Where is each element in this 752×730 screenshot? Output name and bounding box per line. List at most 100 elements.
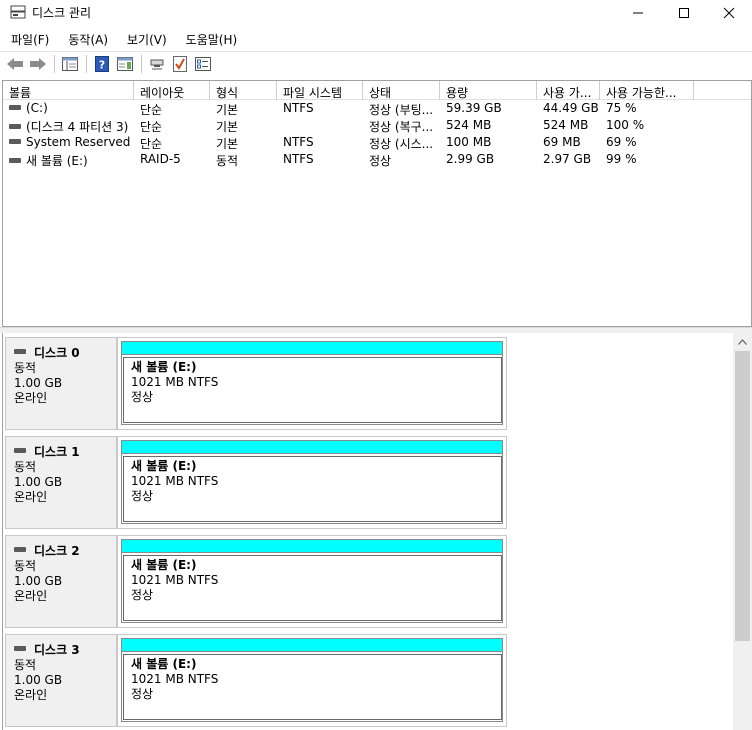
partition-area: 새 볼륨 (E:) 1021 MB NTFS 정상 xyxy=(117,436,507,529)
partition-status: 정상 xyxy=(131,489,154,503)
back-button[interactable] xyxy=(4,53,26,75)
volume-capacity: 2.99 GB xyxy=(446,152,495,166)
forward-button[interactable] xyxy=(27,53,49,75)
volume-status: 정상 xyxy=(369,154,392,168)
disk-state: 온라인 xyxy=(14,490,48,504)
volume-row[interactable]: System Reserved 단순 기본 NTFS 정상 (시스... 100… xyxy=(3,134,751,151)
disk-row: 디스크 0 동적 1.00 GB 온라인 새 볼륨 (E:) 1021 MB N… xyxy=(3,333,736,430)
disk-map: 디스크 0 동적 1.00 GB 온라인 새 볼륨 (E:) 1021 MB N… xyxy=(2,333,752,730)
settings-icon xyxy=(195,57,211,71)
volume-free-space: 2.97 GB xyxy=(543,152,592,166)
partition-area: 새 볼륨 (E:) 1021 MB NTFS 정상 xyxy=(117,634,507,727)
drive-icon xyxy=(9,105,21,110)
column-header-capacity[interactable]: 용량 xyxy=(440,81,537,100)
column-header-percent-free[interactable]: 사용 가능한... xyxy=(600,81,694,100)
drive-icon xyxy=(9,158,21,163)
partition-detail: 1021 MB NTFS xyxy=(131,474,219,488)
disk-name: 디스크 2 xyxy=(34,544,80,558)
disk-label[interactable]: 디스크 2 동적 1.00 GB 온라인 xyxy=(5,535,117,628)
disk-state: 온라인 xyxy=(14,589,48,603)
disk-kind: 동적 xyxy=(14,460,37,474)
column-header-type[interactable]: 형식 xyxy=(210,81,277,100)
help-button[interactable]: ? xyxy=(91,53,113,75)
column-header-filesystem[interactable]: 파일 시스템 xyxy=(277,81,363,100)
drive-icon xyxy=(14,547,26,552)
disk-name: 디스크 1 xyxy=(34,445,80,459)
disk-label[interactable]: 디스크 1 동적 1.00 GB 온라인 xyxy=(5,436,117,529)
volume-capacity: 524 MB xyxy=(446,118,492,132)
menu-file[interactable]: 파일(F) xyxy=(0,28,57,50)
volume-status: 정상 (시스... xyxy=(369,137,434,151)
action-pane-button[interactable] xyxy=(114,53,136,75)
window-title: 디스크 관리 xyxy=(32,6,92,20)
menu-help[interactable]: 도움말(H) xyxy=(175,28,246,50)
scroll-thumb[interactable] xyxy=(735,351,750,641)
menu-bar: 파일(F) 동작(A) 보기(V) 도움말(H) xyxy=(0,28,752,50)
volume-status: 정상 (부팅... xyxy=(369,103,434,117)
volume-name: System Reserved xyxy=(26,135,131,149)
partition-title: 새 볼륨 (E:) xyxy=(131,657,197,671)
connect-button[interactable] xyxy=(146,53,168,75)
toolbar-separator xyxy=(54,55,55,73)
partition-area: 새 볼륨 (E:) 1021 MB NTFS 정상 xyxy=(117,535,507,628)
menu-action[interactable]: 동작(A) xyxy=(57,28,116,50)
volume-status: 정상 (복구... xyxy=(369,120,434,134)
volume-percent-free: 100 % xyxy=(606,118,645,132)
volume-filesystem: NTFS xyxy=(283,135,314,149)
title-bar: 디스크 관리 xyxy=(0,0,752,25)
disk-management-app-icon xyxy=(10,5,26,19)
disk-label[interactable]: 디스크 3 동적 1.00 GB 온라인 xyxy=(5,634,117,727)
drive-icon xyxy=(14,646,26,651)
toolbar-separator xyxy=(86,55,87,73)
volume-filesystem xyxy=(277,117,363,134)
disk-label[interactable]: 디스크 0 동적 1.00 GB 온라인 xyxy=(5,337,117,430)
vertical-scrollbar[interactable] xyxy=(733,333,752,730)
partition-block[interactable]: 새 볼륨 (E:) 1021 MB NTFS 정상 xyxy=(121,355,503,425)
disk-size: 1.00 GB xyxy=(14,574,63,588)
settings-button[interactable] xyxy=(192,53,214,75)
partition-block[interactable]: 새 볼륨 (E:) 1021 MB NTFS 정상 xyxy=(121,652,503,722)
volume-name: (C:) xyxy=(26,101,48,115)
properties-icon xyxy=(62,57,78,71)
chevron-up-icon xyxy=(738,338,747,345)
maximize-button[interactable] xyxy=(661,0,707,25)
volume-capacity: 100 MB xyxy=(446,135,492,149)
drive-icon xyxy=(14,448,26,453)
disk-name: 디스크 3 xyxy=(34,643,80,657)
column-header-volume[interactable]: 볼륨 xyxy=(3,81,134,100)
minimize-button[interactable] xyxy=(615,0,661,25)
show-hide-console-button[interactable] xyxy=(59,53,81,75)
column-header-status[interactable]: 상태 xyxy=(363,81,440,100)
raid5-volume-bar xyxy=(121,539,503,553)
disk-name: 디스크 0 xyxy=(34,346,80,360)
volume-row[interactable]: (C:) 단순 기본 NTFS 정상 (부팅... 59.39 GB 44.49… xyxy=(3,100,751,117)
scroll-up-button[interactable] xyxy=(733,333,752,350)
disk-kind: 동적 xyxy=(14,559,37,573)
drive-icon xyxy=(9,124,21,129)
volume-filesystem: NTFS xyxy=(283,101,314,115)
partition-block[interactable]: 새 볼륨 (E:) 1021 MB NTFS 정상 xyxy=(121,553,503,623)
toolbar: ? xyxy=(0,51,752,76)
partition-status: 정상 xyxy=(131,390,154,404)
disk-state: 온라인 xyxy=(14,688,48,702)
volume-row[interactable]: 새 볼륨 (E:) RAID-5 동적 NTFS 정상 2.99 GB 2.97… xyxy=(3,151,751,168)
partition-block[interactable]: 새 볼륨 (E:) 1021 MB NTFS 정상 xyxy=(121,454,503,524)
volume-row[interactable]: (디스크 4 파티션 3) 단순 기본 정상 (복구... 524 MB 524… xyxy=(3,117,751,134)
column-header-layout[interactable]: 레이아웃 xyxy=(134,81,210,100)
close-button[interactable] xyxy=(706,0,752,25)
volume-list: 볼륨 레이아웃 형식 파일 시스템 상태 용량 사용 가... 사용 가능한..… xyxy=(2,80,752,327)
menu-view[interactable]: 보기(V) xyxy=(116,28,175,50)
check-icon xyxy=(173,56,187,72)
drive-icon xyxy=(14,349,26,354)
check-button[interactable] xyxy=(169,53,191,75)
partition-title: 새 볼륨 (E:) xyxy=(131,360,197,374)
raid5-volume-bar xyxy=(121,341,503,355)
minimize-icon xyxy=(633,12,643,13)
volume-free-space: 44.49 GB xyxy=(543,101,599,115)
disk-row: 디스크 2 동적 1.00 GB 온라인 새 볼륨 (E:) 1021 MB N… xyxy=(3,531,736,628)
console-icon xyxy=(117,57,133,71)
volume-list-header: 볼륨 레이아웃 형식 파일 시스템 상태 용량 사용 가... 사용 가능한..… xyxy=(3,81,751,100)
column-header-free-space[interactable]: 사용 가... xyxy=(537,81,600,100)
volume-free-space: 69 MB xyxy=(543,135,581,149)
volume-type: 기본 xyxy=(216,120,239,134)
